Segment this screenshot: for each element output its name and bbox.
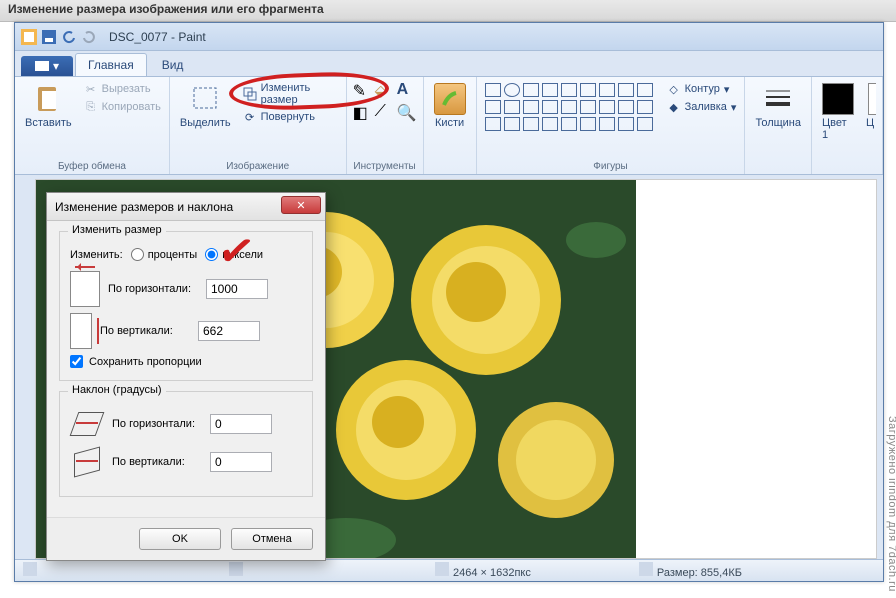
color1-swatch <box>822 83 854 115</box>
color1-button[interactable]: Цвет 1 <box>818 81 858 143</box>
file-menu[interactable]: ▾ <box>21 56 73 76</box>
radio-pixels[interactable]: пиксели <box>205 248 263 261</box>
pencil-icon[interactable]: ✎ <box>353 81 373 101</box>
app-icon <box>21 29 37 45</box>
color2-button[interactable]: Ц <box>864 81 876 131</box>
group-label: Буфер обмена <box>21 159 163 174</box>
by-label: Изменить: <box>70 249 123 261</box>
group-brushes: Кисти <box>424 77 477 174</box>
paste-label: Вставить <box>25 117 72 129</box>
skew-v-label: По вертикали: <box>112 456 202 468</box>
magnifier-icon[interactable]: 🔍 <box>397 103 417 123</box>
dialog-title-text: Изменение размеров и наклона <box>55 200 233 214</box>
close-icon[interactable]: ✕ <box>281 196 321 214</box>
tab-view[interactable]: Вид <box>149 53 197 76</box>
resize-legend: Изменить размер <box>68 224 166 236</box>
thickness-button[interactable]: Толщина <box>751 81 805 131</box>
resize-dialog: Изменение размеров и наклона ✕ Изменить … <box>46 192 326 561</box>
save-icon[interactable] <box>41 29 57 45</box>
ribbon-tabs: ▾ Главная Вид <box>15 51 883 77</box>
radio-percent[interactable]: проценты <box>131 248 198 261</box>
skew-v-icon <box>70 446 104 478</box>
horizontal-label: По горизонтали: <box>108 283 198 295</box>
outline-button[interactable]: ◇Контур ▾ <box>665 81 739 97</box>
shapes-gallery[interactable] <box>483 81 655 133</box>
group-thickness: Толщина <box>745 77 812 174</box>
vertical-input[interactable] <box>198 321 260 341</box>
bucket-icon[interactable]: ⬙ <box>375 81 395 101</box>
quick-access-toolbar: DSC_0077 - Paint <box>15 23 883 51</box>
cut-button[interactable]: ✂Вырезать <box>82 81 163 97</box>
group-label: Фигуры <box>483 159 739 174</box>
status-dimensions: 2464 × 1632пкс <box>435 562 531 579</box>
skew-h-icon <box>70 408 104 440</box>
rotate-button[interactable]: ⟳Повернуть <box>241 109 340 125</box>
horizontal-input[interactable] <box>206 279 268 299</box>
select-button[interactable]: Выделить <box>176 81 235 131</box>
page-heading: Изменение размера изображения или его фр… <box>0 0 896 22</box>
watermark: Загружено irindom для 7dach.ru <box>886 416 896 592</box>
ribbon: Вставить ✂Вырезать ⎘Копировать Буфер обм… <box>15 77 883 175</box>
ok-button[interactable]: OK <box>139 528 221 550</box>
brushes-button[interactable]: Кисти <box>430 81 470 131</box>
undo-icon[interactable] <box>61 29 77 45</box>
skew-h-input[interactable] <box>210 414 272 434</box>
resize-fieldset: Изменить размер Изменить: проценты пиксе… <box>59 231 313 381</box>
status-filesize: Размер: 855,4КБ <box>639 562 742 579</box>
horizontal-icon <box>70 271 100 307</box>
text-icon[interactable]: A <box>397 81 417 101</box>
keep-aspect-checkbox[interactable]: Сохранить пропорции <box>70 355 302 368</box>
vertical-label: По вертикали: <box>100 325 190 337</box>
status-cursor <box>23 562 41 579</box>
fill-button[interactable]: ◆Заливка ▾ <box>665 99 739 115</box>
copy-button[interactable]: ⎘Копировать <box>82 99 163 115</box>
status-bar: 2464 × 1632пкс Размер: 855,4КБ <box>15 559 883 581</box>
resize-button[interactable]: Изменить размер <box>241 81 340 107</box>
vertical-icon <box>70 313 92 349</box>
document-title: DSC_0077 - Paint <box>109 30 206 44</box>
group-image: Выделить Изменить размер ⟳Повернуть Изоб… <box>170 77 347 174</box>
picker-icon[interactable]: ⟋ <box>375 103 395 123</box>
skew-h-label: По горизонтали: <box>112 418 202 430</box>
group-clipboard: Вставить ✂Вырезать ⎘Копировать Буфер обм… <box>15 77 170 174</box>
group-shapes: ◇Контур ▾ ◆Заливка ▾ Фигуры <box>477 77 746 174</box>
eraser-icon[interactable]: ◧ <box>353 103 373 123</box>
redo-icon[interactable] <box>81 29 97 45</box>
tab-home[interactable]: Главная <box>75 53 147 76</box>
status-selection <box>229 562 247 579</box>
skew-v-input[interactable] <box>210 452 272 472</box>
group-label: Изображение <box>176 159 340 174</box>
group-tools: ✎ ⬙ A ◧ ⟋ 🔍 Инструменты <box>347 77 424 174</box>
group-label: Инструменты <box>353 159 417 174</box>
skew-fieldset: Наклон (градусы) По горизонтали: По верт… <box>59 391 313 497</box>
group-colors: Цвет 1 Ц <box>812 77 883 174</box>
cancel-button[interactable]: Отмена <box>231 528 313 550</box>
skew-legend: Наклон (градусы) <box>68 384 166 396</box>
paste-button[interactable]: Вставить <box>21 81 76 131</box>
dialog-titlebar[interactable]: Изменение размеров и наклона ✕ <box>47 193 325 221</box>
